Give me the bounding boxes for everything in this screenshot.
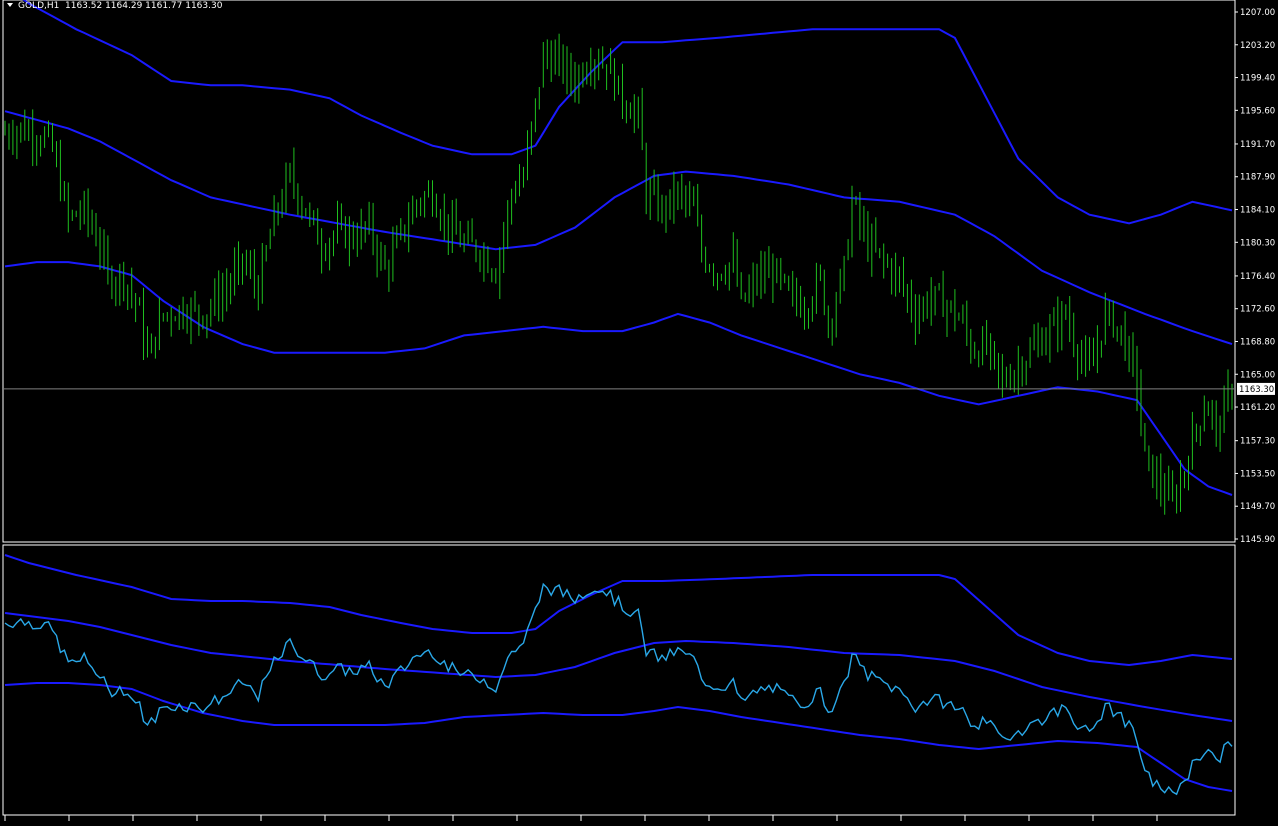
y-tick-label: 1168.80: [1240, 337, 1275, 347]
chart-background: [0, 0, 1278, 826]
y-tick-label: 1195.60: [1240, 106, 1275, 116]
y-tick-label: 1149.70: [1240, 502, 1275, 512]
symbol-label: GOLD,H1: [18, 1, 59, 11]
y-tick-label: 1145.90: [1240, 535, 1275, 545]
y-tick-label: 1180.30: [1240, 238, 1275, 248]
y-tick-label: 1187.90: [1240, 173, 1275, 183]
y-tick-label: 1157.30: [1240, 437, 1275, 447]
y-tick-label: 1176.40: [1240, 272, 1275, 282]
y-tick-label: 1191.70: [1240, 140, 1275, 150]
y-tick-label: 1207.00: [1240, 8, 1275, 18]
chart-canvas: 1207.00 1203.20 1199.40 1195.60 1191.70 1187.…: [0, 0, 1278, 826]
y-tick-label: 1199.40: [1240, 74, 1275, 84]
y-tick-label: 1165.00: [1240, 370, 1275, 380]
y-tick-label: 1184.10: [1240, 206, 1275, 216]
y-tick-label: 1161.20: [1240, 403, 1275, 413]
y-tick-label: 1172.60: [1240, 305, 1275, 315]
ohlc-label: 1163.52 1164.29 1161.77 1163.30: [65, 1, 223, 11]
y-tick-label: 1153.50: [1240, 469, 1275, 479]
y-tick-label: 1203.20: [1240, 41, 1275, 51]
current-price-label: 1163.30: [1239, 385, 1274, 395]
